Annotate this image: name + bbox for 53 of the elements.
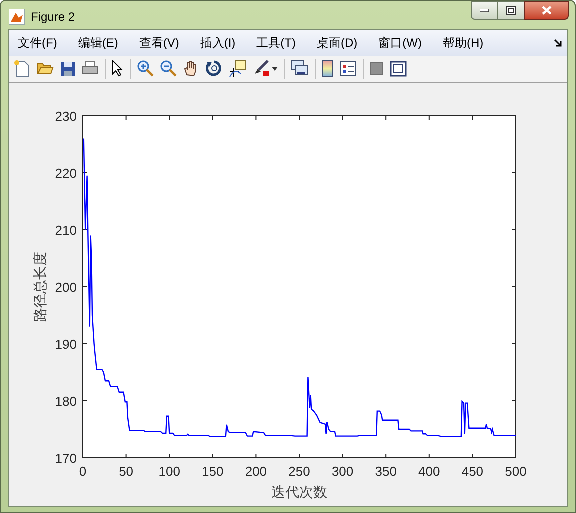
brush-icon[interactable]: [253, 60, 270, 77]
rotate-icon[interactable]: [206, 60, 223, 77]
x-tick-label: 350: [375, 464, 397, 478]
pointer-icon[interactable]: [112, 60, 124, 77]
x-tick-label: 250: [288, 464, 310, 478]
menu-item[interactable]: 帮助(H): [436, 34, 491, 52]
y-tick-label: 190: [55, 336, 77, 352]
printer-icon[interactable]: [82, 60, 99, 76]
menu-item[interactable]: 查看(V): [132, 34, 186, 52]
menu-item[interactable]: 编辑(E): [71, 34, 126, 52]
minimize-button[interactable]: [471, 1, 498, 20]
legend-icon[interactable]: [340, 60, 357, 76]
menu-item[interactable]: 窗口(W): [372, 34, 429, 52]
save-icon[interactable]: [60, 60, 76, 76]
x-tick-label: 150: [202, 464, 224, 478]
zoom-in-icon[interactable]: [137, 60, 154, 77]
menu-item[interactable]: 文件(F): [11, 34, 64, 52]
window-layout-icon[interactable]: [390, 60, 407, 76]
folder-icon[interactable]: [37, 61, 54, 76]
dock-arrow-icon[interactable]: [554, 38, 562, 46]
data-cursor-icon[interactable]: [229, 60, 247, 78]
y-tick-label: 200: [55, 280, 77, 294]
y-tick-label: 230: [55, 108, 77, 124]
colorbar-icon[interactable]: [322, 60, 334, 78]
app-icon: [9, 9, 25, 25]
restore-icon: [506, 6, 516, 15]
x-axis-label: 迭代次数: [272, 484, 328, 500]
square-icon[interactable]: [370, 62, 384, 76]
maximize-button[interactable]: [498, 1, 524, 20]
x-tick-label: 200: [245, 464, 268, 478]
x-tick-label: 100: [158, 464, 180, 478]
minimize-icon: [480, 9, 489, 12]
x-tick-label: 450: [462, 464, 484, 478]
caret-icon[interactable]: [272, 66, 278, 70]
menu-item[interactable]: 桌面(D): [310, 34, 365, 52]
y-tick-label: 180: [55, 394, 77, 408]
close-icon: [542, 6, 552, 15]
x-tick-label: 300: [332, 464, 354, 478]
new-file-icon[interactable]: [14, 60, 31, 78]
y-axis-label: 路径总长度: [32, 252, 48, 322]
link-plot-icon[interactable]: [291, 60, 309, 77]
y-tick-label: 220: [55, 166, 77, 180]
y-tick-label: 170: [55, 450, 77, 466]
x-tick-label: 0: [79, 464, 87, 478]
x-tick-label: 500: [505, 464, 527, 478]
menu-item[interactable]: 插入(I): [193, 34, 243, 52]
zoom-out-icon[interactable]: [160, 60, 177, 77]
x-tick-label: 50: [119, 464, 134, 478]
menu-item[interactable]: 工具(T): [250, 34, 303, 52]
close-button[interactable]: [524, 1, 569, 20]
y-tick-label: 210: [55, 222, 77, 238]
x-tick-label: 400: [418, 464, 440, 478]
window-title: Figure 2: [31, 9, 76, 26]
